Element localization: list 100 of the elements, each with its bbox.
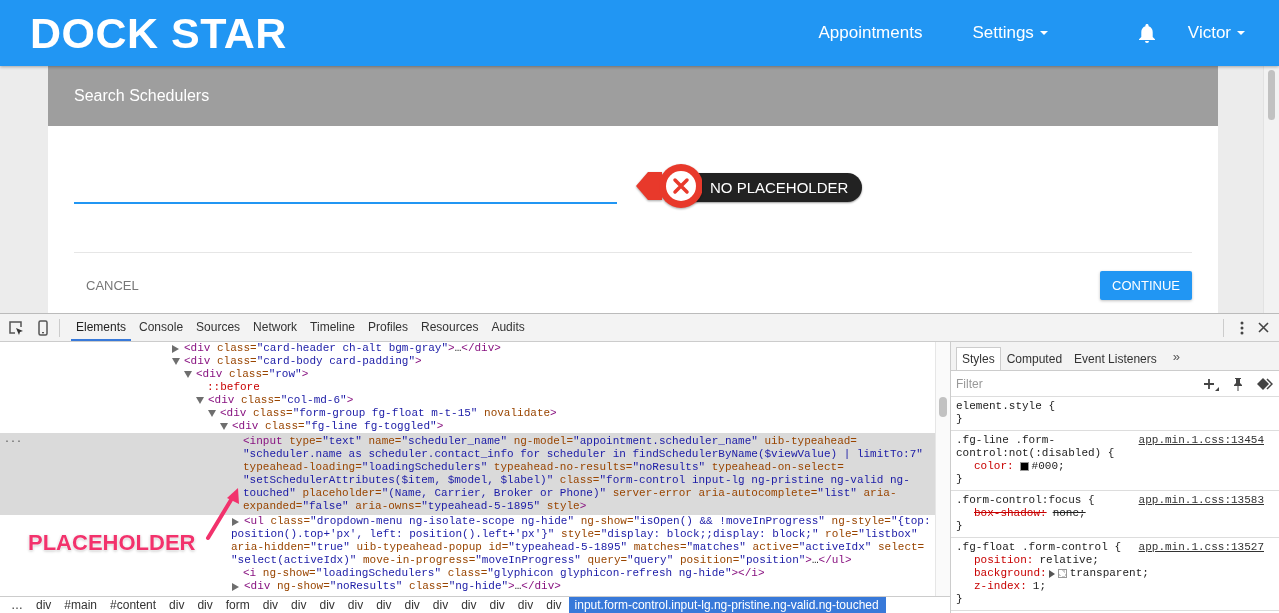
caret-icon — [1237, 31, 1245, 35]
disclosure-triangle-icon[interactable] — [184, 371, 192, 378]
code-line: "scheduler.name as scheduler.contact_info for scheduler in findSchedulerByName($viewValue) | limitTo:7" — [243, 448, 923, 461]
bell-icon[interactable] — [1137, 23, 1156, 43]
breadcrumb[interactable]: div — [370, 597, 399, 613]
annotation-label: PLACEHOLDER — [28, 530, 196, 556]
breadcrumb[interactable]: div — [313, 597, 342, 613]
css-value: relative; — [1039, 554, 1099, 567]
css-property: box-shadow: — [974, 507, 1047, 520]
code-line: <i ng-show="loadingSchedulers" class="glyphicon glyphicon-refresh ng-hide"></i> — [243, 567, 765, 580]
disclosure-triangle-icon[interactable] — [232, 517, 239, 526]
diamond-icon[interactable] — [1257, 377, 1273, 390]
css-value: transparent; — [1069, 567, 1149, 580]
breadcrumb[interactable]: form — [219, 597, 257, 613]
source-link[interactable]: app.min.1.css:13583 — [1138, 494, 1264, 507]
breadcrumb[interactable]: div — [455, 597, 484, 613]
sidebar-tab[interactable]: Event Listeners — [1068, 347, 1163, 370]
scrollbar[interactable] — [935, 342, 950, 596]
css-value: #000; — [1031, 460, 1065, 473]
sidebar-tab[interactable]: Styles — [956, 347, 1001, 370]
code-line: <input type="text" name="scheduler_name" ng-model="appointment.scheduler_name" uib-typeahead= — [243, 435, 857, 448]
source-link[interactable]: app.min.1.css:13527 — [1138, 541, 1264, 554]
breadcrumb[interactable]: div — [511, 597, 541, 613]
code-line: "setSchedulerAttributes($item, $model, $label)" class="form-control input-lg ng-pristine ng-valid ng- — [243, 474, 910, 487]
color-swatch-icon[interactable] — [1019, 462, 1029, 471]
css-selector: .fg-line .form- control:not(:disabled) { — [956, 434, 1115, 460]
breadcrumb[interactable]: div — [163, 597, 192, 613]
breadcrumb[interactable]: div — [540, 597, 569, 613]
closing-brace: } — [956, 520, 964, 533]
disclosure-triangle-icon[interactable] — [172, 358, 180, 365]
devtools-tab[interactable]: Sources — [191, 314, 246, 341]
breadcrumb[interactable]: #main — [58, 597, 105, 613]
code-line: "select(activeIdx)" move-in-progress="moveInProgress" query="query" position="position">…</ul> — [231, 554, 852, 567]
disclosure-triangle-icon[interactable] — [172, 344, 179, 353]
css-selector: .form-control:focus { — [956, 494, 1095, 507]
breadcrumb[interactable]: div — [256, 597, 286, 613]
code-line: <div class="form-group fg-float m-t-15" novalidate> — [220, 407, 557, 420]
caret-icon — [1039, 31, 1048, 35]
css-property: z-index: — [974, 580, 1027, 593]
breadcrumb[interactable]: input.form-control.input-lg.ng-pristine.ng-valid.ng-touched — [568, 597, 886, 613]
disclosure-triangle-icon[interactable] — [196, 397, 204, 404]
css-property: color: — [974, 460, 1014, 473]
sidebar-tab[interactable]: Computed — [1000, 347, 1069, 370]
closing-brace: } — [956, 593, 964, 606]
filter-field[interactable]: Filter — [956, 376, 1189, 391]
devtools-tab[interactable]: Profiles — [363, 314, 414, 341]
code-line: position().top+'px', left: position().left+'px'}" style="display: block;;display: block;" role="listbox" — [231, 528, 918, 541]
disclosure-triangle-icon[interactable] — [208, 410, 216, 417]
css-property: background: — [974, 567, 1047, 580]
device-icon[interactable] — [38, 319, 48, 336]
transparent-swatch-icon[interactable] — [1057, 569, 1067, 578]
devtools-tab[interactable]: Audits — [486, 314, 530, 341]
code-line: typeahead-loading="loadingSchedulers" typeahead-no-results="noResults" typeahead-on-select= — [243, 461, 844, 474]
closing-brace: } — [956, 473, 964, 486]
code-line: touched" placeholder="(Name, Carrier, Broker or Phone)" server-error aria-autocomplete="list" aria- — [243, 487, 897, 500]
css-value: none; — [1052, 507, 1086, 520]
breadcrumb[interactable]: div — [285, 597, 314, 613]
devtools-tab[interactable]: Timeline — [305, 314, 360, 341]
code-line: expanded="false" aria-owns="typeahead-5-1895" style> — [243, 500, 587, 513]
cancel-button[interactable]: CANCEL — [74, 272, 151, 299]
gutter-ellipsis: ... — [4, 433, 22, 446]
breadcrumb[interactable]: … — [5, 597, 30, 613]
code-line: <ul class="dropdown-menu ng-isolate-scope ng-hide" ng-show="isOpen() && !moveInProgress" ng-style="{top: — [244, 515, 931, 528]
devtools-tab[interactable]: Elements — [71, 314, 132, 341]
more-icon[interactable] — [1240, 320, 1244, 335]
pin-icon[interactable] — [1233, 376, 1243, 391]
css-selector: element.style { — [956, 400, 1056, 413]
breadcrumb[interactable]: div — [191, 597, 220, 613]
closing-brace: } — [956, 413, 964, 426]
close-icon[interactable] — [1258, 322, 1269, 333]
code-line: aria-hidden="true" uib-typeahead-popup id="typeahead-5-1895" matches="matches" active="activeIdx" select= — [231, 541, 925, 554]
code-line: <div class="card-header ch-alt bgm-gray">…</div> — [184, 342, 501, 355]
plus-icon[interactable] — [1203, 376, 1219, 391]
disclosure-triangle-icon[interactable] — [232, 582, 239, 591]
logo: DOCK STAR — [30, 11, 287, 55]
code-line: <div ng-show="noResults" class="ng-hide">…</div> — [244, 580, 561, 593]
css-selector: .fg-float .form-control { — [956, 541, 1122, 554]
scrollbar-thumb[interactable] — [939, 397, 947, 417]
breadcrumb[interactable]: div — [30, 597, 59, 613]
scrollbar[interactable] — [1263, 66, 1279, 313]
breadcrumb[interactable]: div — [483, 597, 512, 613]
breadcrumb[interactable]: div — [426, 597, 456, 613]
devtools-tab[interactable]: Resources — [416, 314, 484, 341]
devtools-tab[interactable]: Console — [134, 314, 189, 341]
code-line: ::before — [207, 381, 260, 394]
breadcrumb[interactable]: #content — [104, 597, 164, 613]
code-line: <div class="fg-line fg-toggled"> — [232, 420, 444, 433]
breadcrumb[interactable]: div — [398, 597, 427, 613]
code-line: <div class="col-md-6"> — [208, 394, 354, 407]
scrollbar-thumb[interactable] — [1268, 70, 1275, 120]
source-link[interactable]: app.min.1.css:13454 — [1138, 434, 1264, 447]
css-property: position: — [974, 554, 1034, 567]
breadcrumb[interactable]: div — [341, 597, 371, 613]
code-line: <div class="card-body card-padding"> — [184, 355, 422, 368]
devtools-tab[interactable]: Network — [248, 314, 303, 341]
code-line: <div class="row"> — [196, 368, 309, 381]
more-tabs-button[interactable]: » — [1162, 349, 1180, 370]
card-title: Search Schedulers — [74, 87, 210, 105]
inspect-icon[interactable] — [8, 319, 24, 336]
css-value: 1; — [1032, 580, 1046, 593]
